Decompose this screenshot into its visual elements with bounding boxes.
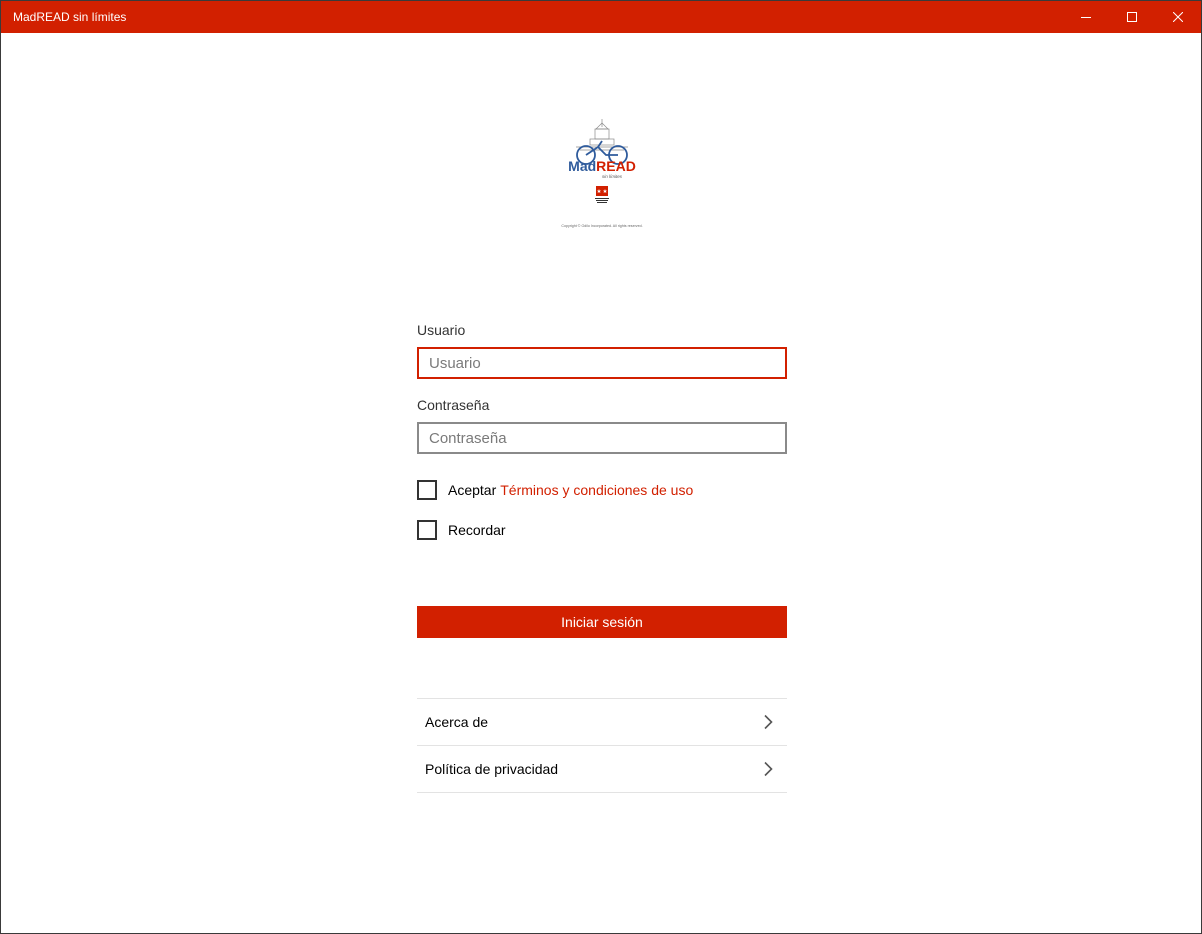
- info-menu: Acerca de Política de privacidad: [417, 698, 787, 793]
- chevron-right-icon: [764, 761, 773, 777]
- madread-logo: MadREAD sin límites Copyright © Odilo In…: [561, 119, 643, 228]
- close-icon: [1173, 12, 1183, 22]
- remember-row: Recordar: [417, 520, 506, 540]
- password-label: Contraseña: [417, 397, 490, 413]
- accept-terms-label: Aceptar: [448, 482, 497, 498]
- title-bar[interactable]: MadREAD sin límites: [1, 1, 1201, 33]
- app-window: MadREAD sin límites MadREAD sin límites …: [0, 0, 1202, 934]
- chevron-right-icon: [764, 714, 773, 730]
- minimize-icon: [1081, 17, 1091, 18]
- minimize-button[interactable]: [1063, 1, 1109, 33]
- copyright-text: Copyright © Odilo Incorporated. All righ…: [561, 224, 642, 228]
- accept-terms-row: Aceptar Términos y condiciones de uso: [417, 480, 693, 500]
- logo-text-read: READ: [596, 158, 636, 174]
- window-title: MadREAD sin límites: [13, 10, 127, 24]
- remember-checkbox[interactable]: [417, 520, 437, 540]
- username-input[interactable]: [417, 347, 787, 379]
- username-label: Usuario: [417, 322, 466, 338]
- menu-item-label: Política de privacidad: [425, 761, 559, 777]
- maximize-icon: [1127, 12, 1137, 22]
- terms-link[interactable]: Términos y condiciones de uso: [500, 482, 693, 498]
- maximize-button[interactable]: [1109, 1, 1155, 33]
- menu-item-privacy[interactable]: Política de privacidad: [417, 746, 787, 793]
- login-button[interactable]: Iniciar sesión: [417, 606, 787, 638]
- svg-text:MadREAD: MadREAD: [568, 158, 636, 174]
- accept-terms-checkbox[interactable]: [417, 480, 437, 500]
- logo-tagline: sin límites: [602, 174, 623, 179]
- remember-label: Recordar: [448, 522, 506, 538]
- menu-item-about[interactable]: Acerca de: [417, 699, 787, 746]
- password-input[interactable]: [417, 422, 787, 454]
- logo-text-mad: Mad: [568, 158, 596, 174]
- close-button[interactable]: [1155, 1, 1201, 33]
- menu-item-label: Acerca de: [425, 714, 489, 730]
